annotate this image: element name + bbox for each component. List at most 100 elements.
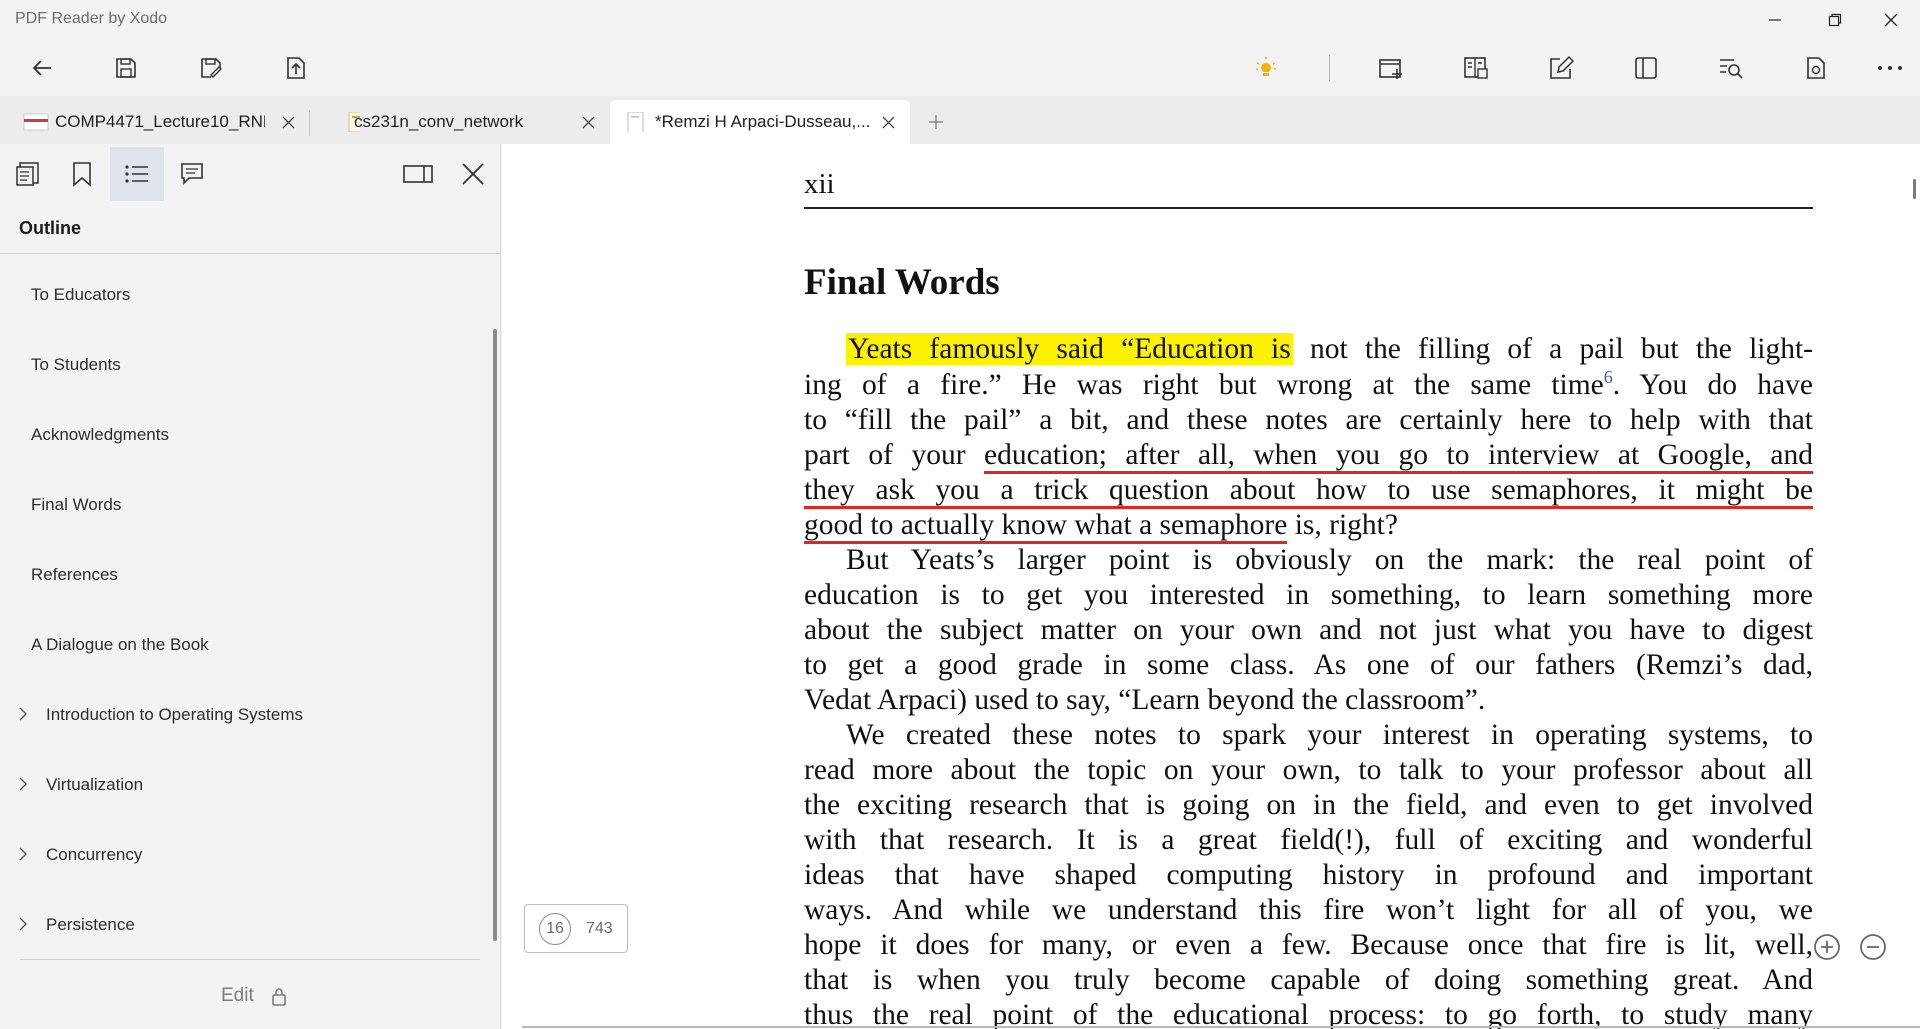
minimize-button[interactable] — [1752, 0, 1798, 40]
text-line: hope it does for many, or even a few. Be… — [804, 929, 1813, 961]
pdf-thumbnail-icon — [627, 112, 644, 132]
text-line: thus the real point of the educational p… — [804, 999, 1813, 1029]
text-line: about the subject matter on your own and… — [804, 614, 1813, 646]
annotate-button[interactable] — [1541, 48, 1581, 88]
panel-dock-icon — [403, 165, 433, 183]
tab-close-button[interactable] — [878, 112, 898, 132]
close-window-button[interactable] — [1868, 0, 1914, 40]
thumbnails-tab[interactable] — [1, 147, 55, 201]
text-line: part of your education; after all, when … — [804, 438, 1814, 474]
text-span: not the filling of a pail but the light- — [1292, 333, 1813, 365]
page-indicator[interactable]: 16 743 — [524, 904, 628, 953]
outline-item-expandable[interactable]: Virtualization — [0, 750, 490, 820]
panel-icon — [1635, 57, 1657, 79]
chevron-right-icon[interactable] — [15, 704, 31, 724]
bookmarks-tab[interactable] — [55, 147, 109, 201]
text-line: the exciting research that is going on i… — [804, 789, 1813, 821]
plus-icon — [929, 115, 943, 129]
text-span: is, right? — [1287, 509, 1398, 541]
bookmark-icon — [73, 162, 91, 187]
minimize-icon — [1769, 19, 1781, 21]
text-line: read more about the topic on your own, t… — [804, 754, 1813, 786]
outline-item[interactable]: To Students — [0, 330, 490, 400]
outline-item[interactable]: Acknowledgments — [0, 400, 490, 470]
outline-item-expandable[interactable]: Persistence — [0, 890, 490, 960]
current-page-number[interactable]: 16 — [539, 913, 571, 945]
annotations-tab[interactable] — [165, 147, 219, 201]
outline-item[interactable]: References — [0, 540, 490, 610]
outline-item[interactable]: A Dialogue on the Book — [0, 610, 490, 680]
add-page-button[interactable] — [1371, 48, 1411, 88]
list-icon — [125, 165, 148, 183]
close-sidebar-button[interactable] — [446, 147, 500, 201]
chevron-right-icon[interactable] — [15, 774, 31, 794]
export-button[interactable] — [276, 48, 316, 88]
tab-lecture[interactable]: COMP4471_Lecture10_RNN — [0, 100, 305, 144]
outline-item-label: To Students — [31, 355, 121, 374]
outline-heading: Outline — [19, 218, 81, 238]
lightbulb-icon — [1256, 57, 1276, 76]
main-toolbar — [0, 40, 1920, 96]
more-icon — [1878, 66, 1902, 70]
thumbnails-icon — [16, 162, 39, 186]
save-as-button[interactable] — [191, 48, 231, 88]
zoom-out-icon — [1860, 934, 1886, 960]
toolbar-separator — [1329, 55, 1330, 81]
chevron-right-icon[interactable] — [15, 844, 31, 864]
view-mode-icon — [1464, 57, 1488, 79]
text-line: ideas that have shaped computing history… — [804, 859, 1813, 891]
pdf-thumbnail-icon — [23, 113, 49, 131]
outline-item[interactable]: To Educators — [0, 260, 490, 330]
back-button[interactable] — [22, 48, 62, 88]
divider — [20, 959, 480, 960]
outline-scrollbar[interactable] — [493, 329, 497, 941]
lock-icon — [272, 988, 286, 1006]
save-button[interactable] — [106, 48, 146, 88]
underline-annotation[interactable]: education; after all, when you go to int… — [984, 439, 1814, 474]
sidebar-toggle-button[interactable] — [1626, 48, 1666, 88]
search-button[interactable] — [1711, 48, 1751, 88]
tab-close-button[interactable] — [578, 112, 598, 132]
text-line: But Yeats’s larger point is obviously on… — [846, 544, 1813, 576]
save-icon — [116, 58, 136, 78]
tab-cs231n[interactable]: cs231n_conv_network — [310, 100, 605, 144]
total-pages: 743 — [586, 920, 613, 937]
tab-close-button[interactable] — [278, 112, 298, 132]
dock-panel-button[interactable] — [391, 147, 445, 201]
highlight-annotation[interactable]: Yeats famously said “Education is — [846, 333, 1293, 365]
outline-item-expandable[interactable]: Introduction to Operating Systems — [0, 680, 490, 750]
theme-button[interactable] — [1246, 48, 1286, 88]
document-viewer[interactable]: xii Final Words Yeats famously said “Edu… — [502, 144, 1920, 1029]
outline-item-label: Persistence — [46, 915, 135, 934]
restore-button[interactable] — [1812, 0, 1858, 40]
outline-item-label: Concurrency — [46, 845, 143, 864]
zoom-in-button[interactable] — [1812, 932, 1842, 962]
text-line: to “fill the pail” a bit, and these note… — [804, 404, 1813, 436]
document-scrollbar-thumb[interactable] — [1913, 179, 1916, 199]
close-icon — [462, 163, 484, 185]
more-button[interactable] — [1870, 48, 1910, 88]
text-line: to get a good grade in some class. As on… — [804, 649, 1813, 681]
title-bar: PDF Reader by Xodo — [0, 0, 1920, 40]
chevron-right-icon[interactable] — [15, 914, 31, 934]
file-info-button[interactable] — [1796, 48, 1836, 88]
edit-outline-button[interactable]: Edit — [221, 985, 254, 1007]
tab-remzi[interactable]: *Remzi H Arpaci-Dusseau,... — [610, 100, 910, 144]
page-bottom-edge — [522, 1026, 1920, 1028]
underline-annotation[interactable]: they ask you a trick question about how … — [804, 474, 1813, 509]
view-mode-button[interactable] — [1456, 48, 1496, 88]
outline-item-expandable[interactable]: Concurrency — [0, 820, 490, 890]
underline-annotation[interactable]: good to actually know what a semaphore — [804, 509, 1288, 544]
footnote-link[interactable]: 6 — [1604, 367, 1613, 387]
close-icon — [582, 116, 594, 128]
new-tab-button[interactable] — [922, 108, 950, 136]
text-line: good to actually know what a semaphore i… — [804, 508, 1813, 544]
outline-tab[interactable] — [110, 147, 164, 201]
text-line: that is when you truly become capable of… — [804, 964, 1813, 996]
search-icon — [1720, 59, 1743, 79]
comment-icon — [181, 163, 203, 185]
tab-strip: COMP4471_Lecture10_RNN cs231n_conv_netwo… — [0, 96, 1920, 144]
text-span: ing of a fire.” He was right but wrong a… — [804, 369, 1604, 401]
outline-item[interactable]: Final Words — [0, 470, 490, 540]
zoom-out-button[interactable] — [1858, 932, 1888, 962]
